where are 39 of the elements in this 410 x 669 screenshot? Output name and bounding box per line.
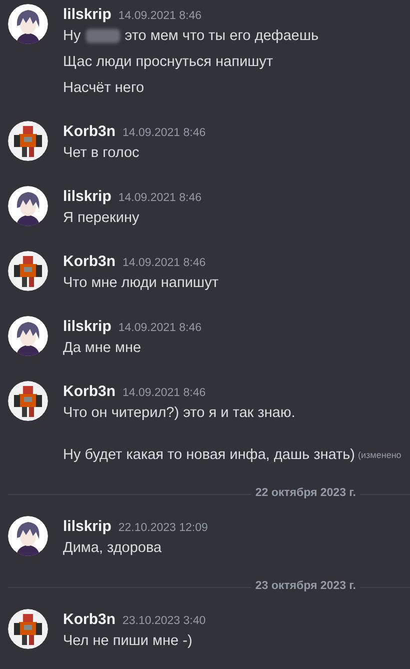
message-time: 14.09.2021 8:46 (122, 386, 206, 401)
author-name[interactable]: Korb3n (63, 121, 116, 144)
message-text: Насчёт него (63, 79, 144, 98)
avatar (8, 381, 48, 421)
author-name[interactable]: lilskrip (63, 316, 112, 338)
message-text: Чел не пиши мне -) (63, 632, 192, 652)
message-text: Да мне мне (63, 339, 142, 358)
message-time: 14.09.2021 8:46 (118, 321, 202, 336)
message-text: Я перекину (63, 209, 140, 228)
avatar (8, 316, 48, 356)
author-name[interactable]: lilskrip (63, 186, 112, 208)
edited-label: (изменено (358, 449, 402, 462)
message-time: 14.09.2021 8:46 (118, 191, 202, 206)
date-divider: 23 октября 2023 г. (254, 579, 357, 594)
author-name[interactable]: Korb3n (63, 381, 116, 404)
message-text: Щас люди проснуться напишут (63, 53, 274, 72)
avatar (8, 121, 48, 161)
avatar (8, 186, 48, 226)
avatar (8, 251, 48, 291)
message-time: 14.09.2021 8:46 (118, 9, 202, 24)
message-text: Что мне люди напишут (63, 274, 218, 294)
message-text: Ну это мем что ты его дефаешь (63, 27, 319, 46)
message-text: Ну будет какая то новая инфа, дашь знать) (63, 446, 356, 466)
avatar (8, 516, 48, 556)
message-text: Что он читерил?) это я и так знаю. (63, 404, 296, 424)
blurred-word (86, 29, 120, 44)
avatar (8, 4, 48, 44)
message-text: Чет в голос (63, 144, 140, 164)
author-name[interactable]: lilskrip (63, 516, 112, 538)
message-time: 23.10.2023 3:40 (122, 614, 206, 629)
message-time: 14.09.2021 8:46 (122, 126, 206, 141)
author-name[interactable]: Korb3n (63, 251, 116, 274)
author-name[interactable]: lilskrip (63, 4, 112, 26)
message-time: 14.09.2021 8:46 (122, 256, 206, 271)
avatar (8, 609, 48, 649)
date-divider: 22 октября 2023 г. (254, 486, 357, 502)
message-text: Дима, здорова (63, 539, 162, 558)
message-time: 22.10.2023 12:09 (118, 521, 208, 536)
author-name[interactable]: Korb3n (63, 609, 116, 632)
